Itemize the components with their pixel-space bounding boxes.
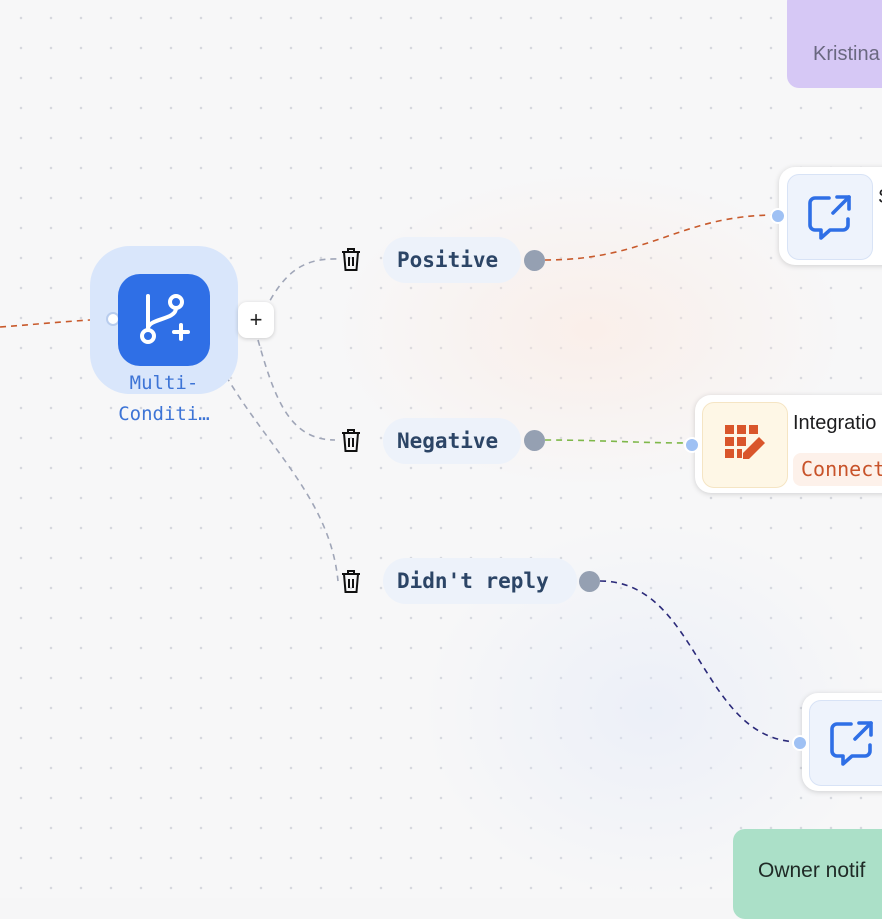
branch-negative[interactable]: Negative [383,418,521,464]
output-handle[interactable] [524,430,545,451]
multi-condition-label: Multi- Conditi… [100,368,228,430]
integration-node-title: Integratio [793,412,877,434]
input-handle[interactable] [770,208,786,224]
message-share-icon [808,195,851,240]
label-line-2: Conditi… [118,403,210,425]
branch-label: Didn't reply [397,569,549,593]
trash-icon[interactable] [340,247,362,273]
branch-plus-icon [140,294,190,344]
message-icon-box [809,700,882,786]
input-handle[interactable] [684,437,700,453]
trash-icon[interactable] [340,428,362,454]
input-handle[interactable] [792,735,808,751]
sticky-note-green[interactable]: Owner notif [733,829,882,919]
plus-icon: + [249,307,263,332]
edge-to-positive [264,258,339,311]
trash-icon[interactable] [340,569,362,595]
integration-status-badge: Connect [793,453,882,486]
output-handle[interactable] [579,571,600,592]
didnt-reply-out-edge [599,580,801,743]
add-branch-button[interactable]: + [238,302,274,338]
positive-out-edge [544,214,777,261]
branch-label: Negative [397,429,499,453]
negative-out-edge [544,439,691,444]
branch-label: Positive [397,248,499,272]
sticky-note-text: Owner notif [758,859,866,882]
sticky-note-purple[interactable]: Kristina [787,0,882,88]
message-share-icon [830,721,873,766]
message-node-title: S [878,186,882,209]
sheet-edit-icon [725,425,765,459]
edge-to-negative [257,339,336,441]
output-handle[interactable] [524,250,545,271]
multi-condition-icon-box[interactable] [118,274,210,366]
integration-icon-box [702,402,788,488]
message-icon-box [787,174,873,260]
branch-didnt-reply[interactable]: Didn't reply [383,558,577,604]
branch-positive[interactable]: Positive [383,237,521,283]
sticky-note-text: Kristina [813,43,880,65]
label-line-1: Multi- [129,372,199,394]
